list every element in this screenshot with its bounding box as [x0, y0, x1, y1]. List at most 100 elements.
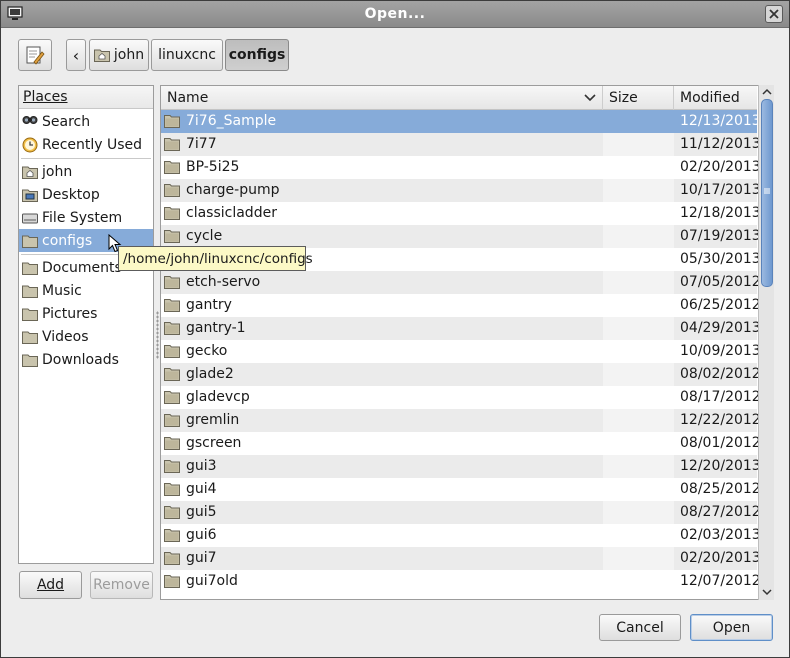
file-row[interactable]: cycle 07/19/2013: [161, 225, 761, 248]
file-row[interactable]: gscreen 08/01/2012: [161, 432, 761, 455]
file-modified: 12/22/2012: [680, 412, 761, 428]
folder-icon: [164, 299, 180, 312]
file-size-cell: [603, 271, 674, 294]
place-search[interactable]: Search: [19, 110, 153, 133]
place-pictures[interactable]: Pictures: [19, 302, 153, 325]
file-modified: 07/19/2013: [680, 228, 761, 244]
scroll-down-icon[interactable]: [762, 587, 772, 597]
file-name-cell: gremlin: [161, 409, 603, 432]
file-row[interactable]: glade2 08/02/2012: [161, 363, 761, 386]
path-tooltip: /home/john/linuxcnc/configs: [118, 246, 313, 271]
place-label: File System: [42, 209, 123, 226]
file-name-cell: gantry-1: [161, 317, 603, 340]
places-header[interactable]: Places: [19, 86, 153, 109]
folder-icon: [22, 235, 38, 248]
file-name-cell: 7i77: [161, 133, 603, 156]
file-row[interactable]: 7i76_Sample 12/13/2013: [161, 110, 761, 133]
home-folder-icon: [93, 49, 110, 62]
file-row[interactable]: gui3 12/20/2013: [161, 455, 761, 478]
column-header-size[interactable]: Size: [603, 86, 674, 110]
folder-icon: [22, 262, 38, 275]
place-file-system[interactable]: File System: [19, 206, 153, 229]
folder-icon: [22, 285, 38, 298]
file-name: gui5: [186, 504, 217, 520]
file-name-cell: classicladder: [161, 202, 603, 225]
column-header-modified[interactable]: Modified: [674, 86, 757, 110]
add-bookmark-button[interactable]: Add: [19, 571, 82, 599]
file-size-cell: [603, 570, 674, 593]
scroll-up-icon[interactable]: [762, 87, 772, 97]
file-row[interactable]: gui7old 12/07/2012: [161, 570, 761, 593]
crumb-label: configs: [228, 47, 286, 63]
grip-icon: [764, 188, 770, 194]
path-back-button[interactable]: ‹: [66, 39, 86, 71]
file-name: cycle: [186, 228, 223, 244]
file-modified: 08/02/2012: [680, 366, 761, 382]
place-recently-used[interactable]: Recently Used: [19, 133, 153, 156]
file-row[interactable]: gantry-1 04/29/2013: [161, 317, 761, 340]
edit-location-button[interactable]: [18, 39, 52, 71]
place-label: Pictures: [42, 305, 98, 322]
file-size-cell: [603, 248, 674, 271]
folder-icon: [164, 529, 180, 542]
file-name-cell: BP-5i25: [161, 156, 603, 179]
place-videos[interactable]: Videos: [19, 325, 153, 348]
place-label: Desktop: [42, 186, 100, 203]
file-name: 7i77: [186, 136, 217, 152]
title-bar[interactable]: Open...: [1, 1, 789, 28]
place-downloads[interactable]: Downloads: [19, 348, 153, 371]
file-size-cell: [603, 294, 674, 317]
open-dialog: Open... ‹ john linuxcnc configs Places S…: [0, 0, 790, 658]
pane-resize-handle[interactable]: [156, 311, 159, 359]
close-button[interactable]: [765, 5, 783, 23]
folder-icon: [164, 575, 180, 588]
folder-icon: [164, 483, 180, 496]
file-row[interactable]: gremlin 12/22/2012: [161, 409, 761, 432]
file-row[interactable]: gui5 08/27/2012: [161, 501, 761, 524]
window-title: Open...: [364, 6, 426, 22]
place-music[interactable]: Music: [19, 279, 153, 302]
folder-icon: [164, 460, 180, 473]
file-size-cell: [603, 202, 674, 225]
file-name-cell: gui6: [161, 524, 603, 547]
file-row[interactable]: charge-pump 10/17/2013: [161, 179, 761, 202]
cancel-button[interactable]: Cancel: [599, 614, 681, 641]
drive-icon: [22, 213, 38, 223]
scrollbar-thumb[interactable]: [761, 99, 773, 287]
file-name-cell: charge-pump: [161, 179, 603, 202]
folder-icon: [164, 184, 180, 197]
file-name-cell: cycle: [161, 225, 603, 248]
file-modified: 12/20/2013: [680, 458, 761, 474]
file-row[interactable]: gecko 10/09/2013: [161, 340, 761, 363]
file-modified: 08/25/2012: [680, 481, 761, 497]
file-row[interactable]: BP-5i25 02/20/2013: [161, 156, 761, 179]
crumb-label: linuxcnc: [158, 47, 216, 63]
chevron-left-icon: ‹: [72, 45, 80, 65]
crumb-john[interactable]: john: [89, 39, 149, 71]
file-name: gui6: [186, 527, 217, 543]
mouse-pointer-icon: [108, 234, 122, 253]
file-row[interactable]: etch-servo 07/05/2012: [161, 271, 761, 294]
crumb-linuxcnc[interactable]: linuxcnc: [151, 39, 223, 71]
crumb-configs[interactable]: configs: [225, 39, 289, 71]
file-row[interactable]: gui4 08/25/2012: [161, 478, 761, 501]
file-row[interactable]: gladevcp 08/17/2012: [161, 386, 761, 409]
file-row[interactable]: classicladder 12/18/2013: [161, 202, 761, 225]
remove-bookmark-button[interactable]: Remove: [90, 571, 153, 599]
file-name: gremlin: [186, 412, 240, 428]
vertical-scrollbar[interactable]: [758, 85, 774, 600]
open-button[interactable]: Open: [690, 614, 773, 641]
file-row[interactable]: gui6 02/03/2013: [161, 524, 761, 547]
file-name: classicladder: [186, 205, 277, 221]
place-john[interactable]: john: [19, 160, 153, 183]
file-modified: 10/09/2013: [680, 343, 761, 359]
file-row[interactable]: gui7 02/20/2013: [161, 547, 761, 570]
file-row[interactable]: gantry 06/25/2012: [161, 294, 761, 317]
file-row[interactable]: 7i77 11/12/2013: [161, 133, 761, 156]
place-desktop[interactable]: Desktop: [19, 183, 153, 206]
file-name-cell: gui3: [161, 455, 603, 478]
folder-icon: [164, 506, 180, 519]
column-header-name[interactable]: Name: [161, 86, 603, 110]
column-headers: Name Size Modified: [161, 86, 757, 110]
file-name: gscreen: [186, 435, 242, 451]
